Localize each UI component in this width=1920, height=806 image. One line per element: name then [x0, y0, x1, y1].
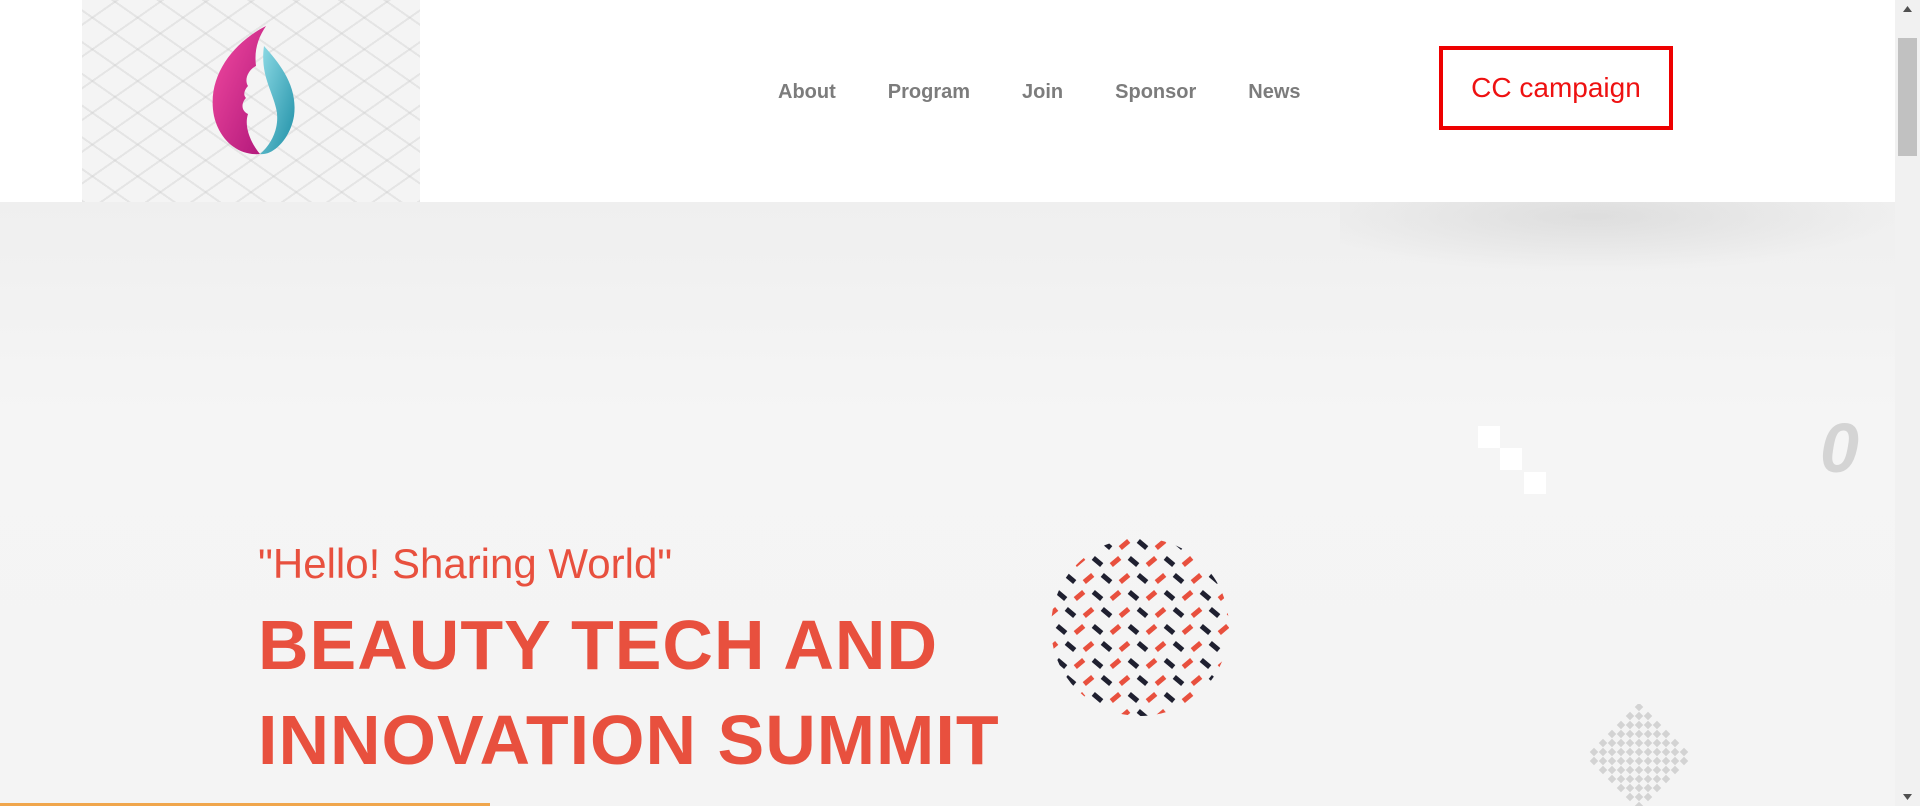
nav-item-news[interactable]: News	[1248, 81, 1300, 104]
hero-title-line-1: BEAUTY TECH AND	[258, 606, 939, 684]
hero-tagline: "Hello! Sharing World"	[258, 540, 673, 587]
cc-campaign-label: CC campaign	[1471, 72, 1641, 103]
scrollbar-thumb[interactable]	[1898, 38, 1917, 156]
nav-item-sponsor[interactable]: Sponsor	[1115, 81, 1196, 104]
hero-title: BEAUTY TECH AND INNOVATION SUMMIT	[258, 598, 1158, 788]
hero-background-streak	[1340, 202, 1895, 272]
step-squares-decoration	[1478, 426, 1546, 494]
hero-title-line-2: INNOVATION SUMMIT	[258, 701, 1000, 779]
dot-diamond-decoration	[1589, 704, 1689, 806]
dash-pattern-circle-decoration	[1051, 539, 1229, 716]
scroll-up-arrow-icon[interactable]	[1895, 0, 1920, 18]
site-header: About Program Join Sponsor News CC campa…	[0, 0, 1895, 202]
page: About Program Join Sponsor News CC campa…	[0, 0, 1895, 806]
flame-face-logo-icon	[212, 26, 295, 155]
cc-campaign-button[interactable]: CC campaign	[1439, 46, 1673, 130]
nav-item-join[interactable]: Join	[1022, 81, 1063, 104]
nav-item-program[interactable]: Program	[888, 81, 970, 104]
vertical-scrollbar[interactable]	[1895, 0, 1920, 806]
logo-tile[interactable]	[82, 0, 420, 202]
scroll-down-arrow-icon[interactable]	[1895, 788, 1920, 806]
decorative-zero-glyph: 0	[1820, 409, 1859, 487]
nav-item-about[interactable]: About	[778, 81, 836, 104]
main-nav: About Program Join Sponsor News	[752, 74, 1353, 110]
